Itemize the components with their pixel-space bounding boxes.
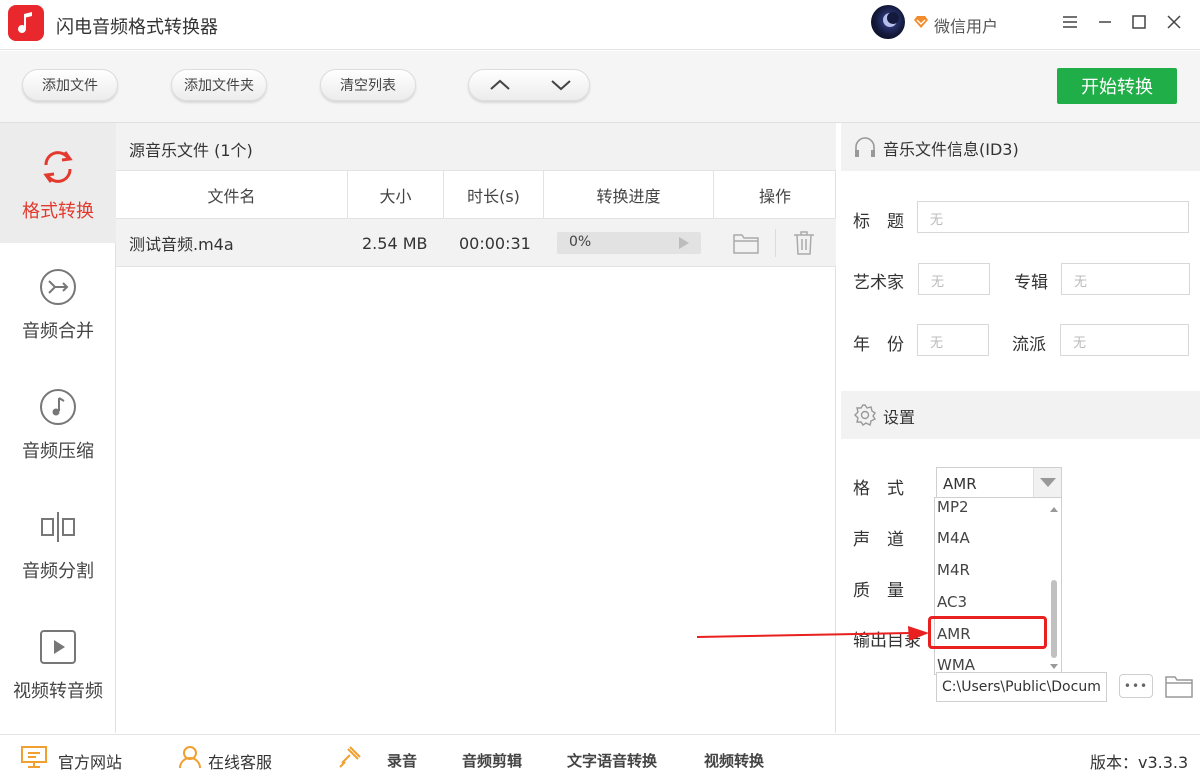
- sidebar-item-label: 音频分割: [22, 561, 94, 582]
- annotation-highlight-box: [928, 616, 1047, 649]
- online-service-link[interactable]: 在线客服: [208, 749, 272, 773]
- title-label: 标 题: [853, 212, 904, 232]
- settings-title: 设置: [883, 408, 916, 427]
- column-header-duration[interactable]: 时长(s): [444, 171, 544, 219]
- file-list-header: 源音乐文件 (1个): [116, 123, 836, 171]
- scrollbar-thumb[interactable]: [1051, 580, 1057, 658]
- progress-text: 0%: [569, 234, 592, 250]
- genre-label: 流派: [1012, 335, 1046, 355]
- format-label: 格 式: [853, 479, 904, 499]
- action-divider: [775, 229, 776, 257]
- monitor-icon: [21, 746, 47, 768]
- sidebar-item-audio-merge[interactable]: 音频合并: [0, 243, 116, 363]
- video-convert-link[interactable]: 视频转换: [704, 750, 764, 771]
- play-icon: [679, 237, 689, 249]
- record-link[interactable]: 录音: [387, 750, 417, 771]
- format-select[interactable]: AMR: [936, 467, 1062, 498]
- quality-label: 质 量: [853, 581, 904, 601]
- genre-field[interactable]: 无: [1060, 324, 1189, 356]
- settings-header: 设置: [841, 391, 1200, 439]
- open-output-folder-icon[interactable]: [1164, 673, 1194, 703]
- year-label: 年 份: [853, 335, 904, 355]
- conversion-progress-bar: 0%: [557, 232, 701, 254]
- scroll-up-icon[interactable]: [1050, 506, 1058, 512]
- headphones-icon: [855, 137, 875, 157]
- sidebar-item-label: 格式转换: [22, 201, 94, 222]
- add-folder-button[interactable]: 添加文件夹: [171, 69, 267, 101]
- format-option-mp2[interactable]: MP2: [937, 498, 969, 516]
- file-name: 测试音频.m4a: [129, 235, 234, 254]
- id3-title: 音乐文件信息(ID3): [883, 140, 1019, 159]
- sidebar: 格式转换 音频合并 音频压缩 音频分割 视频转音频: [0, 123, 116, 733]
- scroll-down-icon[interactable]: [1050, 664, 1058, 670]
- official-website-link[interactable]: 官方网站: [58, 749, 122, 773]
- table-header: 文件名 大小 时长(s) 转换进度 操作: [116, 171, 836, 219]
- text-to-speech-link[interactable]: 文字语音转换: [567, 750, 657, 771]
- gear-icon: [854, 404, 877, 427]
- sidebar-item-format-convert[interactable]: 格式转换: [0, 123, 116, 243]
- column-header-filename[interactable]: 文件名: [116, 171, 348, 219]
- user-name[interactable]: 微信用户: [934, 13, 998, 37]
- title-field[interactable]: 无: [917, 201, 1189, 233]
- video-play-icon: [40, 630, 76, 664]
- dropdown-scrollbar[interactable]: [1049, 498, 1059, 674]
- user-avatar[interactable]: [871, 5, 905, 39]
- move-up-button[interactable]: [469, 70, 530, 100]
- clear-list-button[interactable]: 清空列表: [320, 69, 416, 101]
- file-duration: 00:00:31: [459, 233, 531, 253]
- version-text: 版本：v3.3.3: [1090, 753, 1189, 772]
- album-label: 专辑: [1014, 273, 1048, 293]
- move-down-button[interactable]: [530, 70, 591, 100]
- channel-label: 声 道: [853, 530, 904, 550]
- album-field[interactable]: 无: [1061, 263, 1190, 295]
- annotation-arrow-icon: [696, 626, 929, 641]
- sidebar-item-audio-split[interactable]: 音频分割: [0, 483, 116, 603]
- artist-field[interactable]: 无: [918, 263, 990, 295]
- refresh-icon: [43, 151, 73, 183]
- minimize-icon[interactable]: [1093, 10, 1117, 34]
- column-header-actions: 操作: [758, 187, 791, 206]
- file-list-title: 源音乐文件 (1个): [129, 141, 253, 160]
- sidebar-item-audio-compress[interactable]: 音频压缩: [0, 363, 116, 483]
- open-folder-icon[interactable]: [732, 231, 760, 259]
- maximize-icon[interactable]: [1127, 10, 1151, 34]
- menu-icon[interactable]: [1058, 10, 1082, 34]
- id3-header: 音乐文件信息(ID3): [841, 123, 1200, 171]
- chevron-down-icon[interactable]: [1033, 468, 1061, 497]
- close-icon[interactable]: [1162, 10, 1186, 34]
- column-header-size[interactable]: 大小: [348, 171, 444, 219]
- app-logo-icon: [8, 5, 44, 41]
- browse-more-button[interactable]: •••: [1119, 674, 1153, 698]
- delete-icon[interactable]: [792, 230, 816, 260]
- split-icon: [41, 512, 75, 542]
- add-file-button[interactable]: 添加文件: [22, 69, 118, 101]
- sidebar-item-label: 视频转音频: [13, 681, 103, 702]
- table-row[interactable]: 测试音频.m4a 2.54 MB 00:00:31 0%: [116, 219, 836, 267]
- audio-edit-link[interactable]: 音频剪辑: [462, 750, 522, 771]
- footer-bar: 官方网站 在线客服 录音 音频剪辑 文字语音转换 视频转换 版本：v3.3.3: [0, 734, 1200, 778]
- artist-label: 艺术家: [853, 273, 904, 293]
- output-dir-field[interactable]: C:\Users\Public\Docum: [936, 672, 1107, 702]
- app-title: 闪电音频格式转换器: [56, 17, 218, 38]
- merge-icon: [40, 269, 76, 305]
- title-bar: 闪电音频格式转换器 微信用户: [0, 0, 1200, 50]
- sidebar-item-label: 音频合并: [22, 321, 94, 342]
- format-select-value: AMR: [943, 475, 977, 493]
- year-field[interactable]: 无: [917, 324, 989, 356]
- column-header-progress[interactable]: 转换进度: [544, 171, 714, 219]
- toolbar: 添加文件 添加文件夹 清空列表 开始转换: [0, 51, 1200, 123]
- format-option-m4r[interactable]: M4R: [937, 561, 970, 579]
- format-option-ac3[interactable]: AC3: [937, 593, 967, 611]
- more-icon: •••: [1123, 679, 1149, 693]
- start-conversion-button[interactable]: 开始转换: [1057, 68, 1177, 104]
- file-size: 2.54 MB: [362, 233, 428, 253]
- move-buttons: [468, 69, 590, 101]
- microphone-icon: [339, 746, 361, 768]
- customer-service-icon: [179, 746, 201, 769]
- vip-diamond-icon: [913, 14, 929, 30]
- format-option-m4a[interactable]: M4A: [937, 529, 970, 547]
- sidebar-item-label: 音频压缩: [22, 441, 94, 462]
- music-note-icon: [40, 389, 76, 425]
- sidebar-item-video-to-audio[interactable]: 视频转音频: [0, 603, 116, 723]
